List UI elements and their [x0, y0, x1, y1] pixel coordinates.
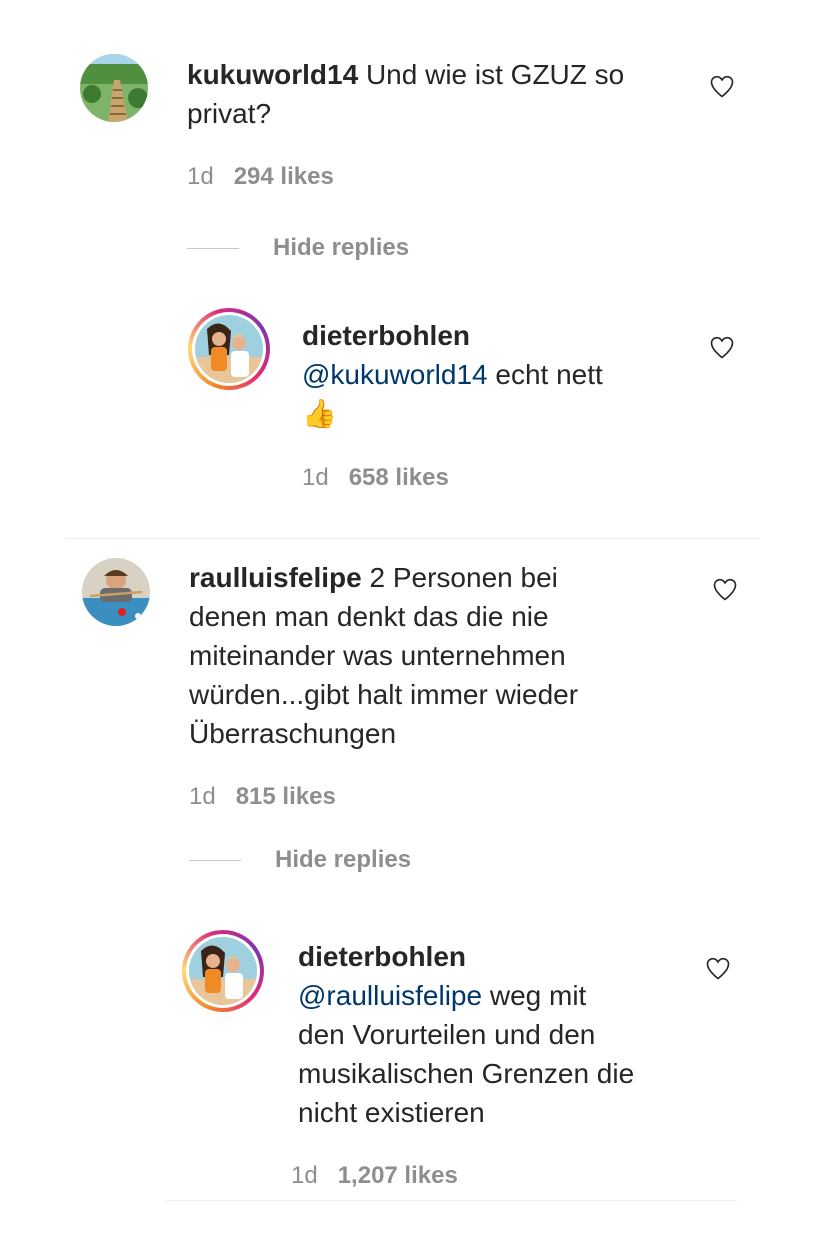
reply-likes[interactable]: 1,207 likes	[338, 1162, 458, 1189]
reply-text-line: weg mit	[489, 980, 587, 1011]
reply-username[interactable]: dieterbohlen	[302, 316, 692, 355]
reply-username[interactable]: dieterbohlen	[298, 937, 698, 976]
reply-mention[interactable]: @kukuworld14	[302, 359, 488, 390]
reply-mention[interactable]: @raulluisfelipe	[298, 980, 482, 1011]
reply-time[interactable]: 1d	[302, 464, 329, 491]
comment-divider	[65, 538, 760, 539]
reply-body: dieterbohlen @raulluisfelipe weg mit den…	[298, 937, 698, 1132]
reply-body: dieterbohlen @kukuworld14 echt nett 👍	[302, 316, 692, 433]
reply-meta: 1d 1,207 likes	[291, 1162, 458, 1190]
path-landscape-avatar-image	[80, 54, 148, 122]
comment-divider	[165, 1200, 737, 1201]
heart-outline-icon[interactable]	[711, 575, 739, 603]
comment-likes[interactable]: 815 likes	[236, 783, 336, 810]
comment-username[interactable]: kukuworld14	[187, 59, 358, 90]
comment-text-line: Überraschungen	[189, 718, 397, 749]
comment-meta: 1d 815 likes	[189, 783, 336, 811]
couple-photo-avatar	[189, 937, 257, 1005]
avatar-raulluisfelipe[interactable]	[82, 558, 150, 626]
comment-text-line: miteinander was unternehmen	[189, 640, 566, 671]
reply-text-line: nicht existieren	[298, 1097, 485, 1128]
comment-likes[interactable]: 294 likes	[234, 163, 334, 190]
comment-time[interactable]: 1d	[187, 163, 214, 190]
comment-body: raulluisfelipe 2 Personen bei denen man …	[189, 558, 689, 753]
avatar-dieterbohlen-story-ring[interactable]	[182, 930, 264, 1012]
reply-text: echt nett	[495, 359, 603, 390]
reply-text-line: musikalischen Grenzen die	[298, 1058, 635, 1089]
billiards-avatar	[82, 558, 150, 626]
heart-outline-icon[interactable]	[704, 954, 732, 982]
hide-replies-line	[187, 248, 239, 249]
reply-text-line: den Vorurteilen und den	[298, 1019, 596, 1050]
heart-outline-icon[interactable]	[708, 333, 736, 361]
heart-outline-icon[interactable]	[708, 72, 736, 100]
couple-photo-avatar	[195, 315, 263, 383]
avatar-kukuworld14[interactable]	[80, 54, 148, 122]
reply-meta: 1d 658 likes	[302, 464, 449, 492]
comment-body: kukuworld14 Und wie ist GZUZ so privat?	[187, 55, 687, 133]
comment-time[interactable]: 1d	[189, 783, 216, 810]
avatar-dieterbohlen-story-ring[interactable]	[188, 308, 270, 390]
hide-replies-button[interactable]: Hide replies	[273, 234, 409, 262]
reply-likes[interactable]: 658 likes	[349, 464, 449, 491]
comment-username[interactable]: raulluisfelipe	[189, 562, 362, 593]
thumbs-up-emoji: 👍	[302, 398, 337, 429]
comment-text-line: 2 Personen bei	[369, 562, 558, 593]
comment-meta: 1d 294 likes	[187, 163, 334, 191]
hide-replies-button[interactable]: Hide replies	[275, 846, 411, 874]
comment-text-line: würden...gibt halt immer wieder	[189, 679, 579, 710]
reply-time[interactable]: 1d	[291, 1162, 318, 1189]
hide-replies-line	[189, 860, 241, 861]
comment-text-line: denen man denkt das die nie	[189, 601, 549, 632]
